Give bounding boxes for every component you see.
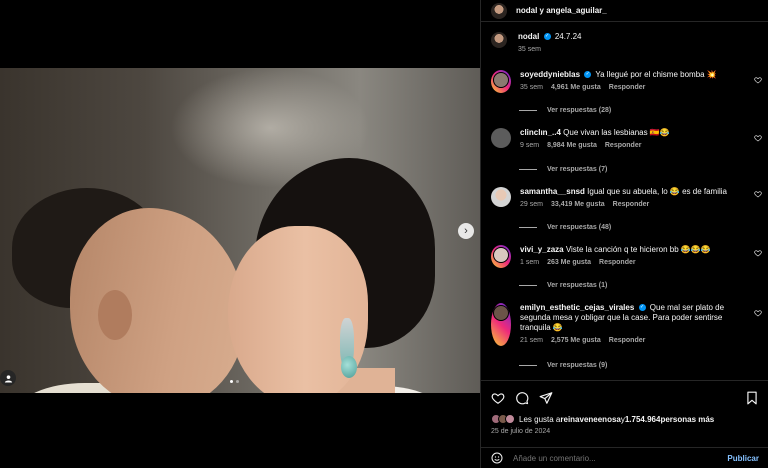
comment-item: soyeddynieblas ✓ Ya llegué por el chisme…	[491, 70, 766, 93]
earring-stone	[341, 356, 357, 378]
header-username[interactable]: nodal y angela_aguilar_	[516, 6, 607, 15]
reply-button[interactable]: Responder	[605, 141, 642, 151]
comment-likes[interactable]: 33,419 Me gusta	[551, 200, 605, 210]
post-comment-button[interactable]: Publicar	[727, 454, 759, 463]
view-replies-button[interactable]: Ver respuestas (28)	[519, 107, 611, 114]
liker-avatars	[491, 414, 515, 424]
reply-button[interactable]: Responder	[609, 83, 646, 93]
likes-user[interactable]: reinaveneenosa	[560, 415, 620, 424]
post-date: 25 de julio de 2024	[491, 428, 551, 435]
comment-item: clinclın_..4 Que vivan las lesbianas 🇪🇸😂…	[491, 128, 766, 151]
caption-username[interactable]: nodal	[518, 32, 539, 41]
comment-username[interactable]: soyeddynieblas	[520, 70, 580, 79]
heart-icon[interactable]	[754, 190, 762, 198]
view-replies-button[interactable]: Ver respuestas (9)	[519, 362, 607, 369]
heart-icon[interactable]	[491, 391, 505, 405]
likes-count[interactable]: 1.754.964	[625, 415, 661, 424]
verified-icon: ✓	[638, 304, 646, 312]
avatar[interactable]	[491, 245, 511, 268]
reply-button[interactable]: Responder	[613, 200, 650, 210]
view-replies-button[interactable]: Ver respuestas (1)	[519, 282, 607, 289]
man-ear	[98, 290, 132, 340]
comment-item: samantha__snsd Igual que su abuela, lo 😂…	[491, 187, 766, 210]
comment-username[interactable]: emilyn_esthetic_cejas_virales	[520, 303, 634, 312]
comment-age: 1 sem	[520, 259, 540, 266]
comment-likes[interactable]: 263 Me gusta	[547, 258, 591, 268]
comment-age: 35 sem	[520, 84, 543, 91]
comment-age: 21 sem	[520, 337, 543, 344]
avatar[interactable]	[491, 70, 511, 93]
media-pane: ›	[0, 0, 480, 468]
likes-prefix: Les gusta a	[519, 414, 561, 424]
likes-summary: Les gusta a reinaveneenosa y 1.754.964 p…	[491, 414, 714, 424]
comment-input[interactable]	[513, 453, 728, 463]
comment-icon[interactable]	[515, 391, 529, 405]
post-side-panel: nodal y angela_aguilar_ nodal ✓ 24.7.24 …	[480, 0, 768, 468]
view-replies-button[interactable]: Ver respuestas (7)	[519, 166, 607, 173]
add-comment-bar: Publicar	[481, 447, 768, 468]
comment-likes[interactable]: 4,961 Me gusta	[551, 83, 601, 93]
share-icon[interactable]	[539, 391, 553, 405]
heart-icon[interactable]	[754, 249, 762, 257]
avatar[interactable]	[491, 128, 511, 148]
avatar[interactable]	[491, 187, 511, 207]
comment-item: emilyn_esthetic_cejas_virales ✓ Que mal …	[491, 303, 766, 346]
likes-suffix[interactable]: personas más	[660, 415, 714, 424]
reply-button[interactable]: Responder	[609, 336, 646, 346]
comment-username[interactable]: samantha__snsd	[520, 187, 585, 196]
heart-icon[interactable]	[754, 309, 762, 317]
comment-username[interactable]: clinclın_..4	[520, 128, 561, 137]
caption-age: 35 sem	[518, 46, 541, 53]
carousel-dot-active	[230, 380, 233, 383]
comment-age: 9 sem	[520, 142, 540, 149]
comment-likes[interactable]: 2,575 Me gusta	[551, 336, 601, 346]
comment-text: Viste la canción q te hicieron bb 😂😂😂	[565, 245, 711, 254]
verified-icon: ✓	[584, 71, 592, 79]
man-face	[70, 208, 245, 393]
bookmark-icon[interactable]	[745, 391, 759, 405]
comment-username[interactable]: vivi_y_zaza	[520, 245, 564, 254]
post-caption: nodal ✓ 24.7.24 35 sem	[491, 32, 582, 53]
avatar[interactable]	[491, 2, 507, 19]
carousel-dot	[236, 380, 239, 383]
post-photo[interactable]	[0, 68, 480, 393]
heart-icon[interactable]	[754, 76, 762, 84]
reply-button[interactable]: Responder	[599, 258, 636, 268]
verified-icon: ✓	[543, 33, 551, 41]
comment-likes[interactable]: 8,984 Me gusta	[547, 141, 597, 151]
avatar[interactable]	[491, 303, 511, 346]
comment-text: Que vivan las lesbianas 🇪🇸😂	[563, 128, 670, 137]
person-tag-icon[interactable]	[0, 370, 16, 386]
comment-text: Ya llegué por el chisme bomba 💥	[595, 70, 717, 79]
caption-date: 24.7.24	[554, 32, 582, 41]
avatar	[505, 414, 515, 424]
comment-text: Igual que su abuela, lo 😂 es de familia	[587, 187, 727, 196]
comment-age: 29 sem	[520, 201, 543, 208]
action-buttons	[491, 391, 553, 405]
emoji-icon[interactable]	[491, 452, 503, 464]
avatar[interactable]	[491, 32, 507, 48]
comment-item: vivi_y_zaza Viste la canción q te hicier…	[491, 245, 766, 268]
post-header: nodal y angela_aguilar_	[481, 0, 768, 22]
carousel-dots	[230, 380, 239, 383]
chevron-right-icon[interactable]: ›	[458, 223, 474, 239]
view-replies-button[interactable]: Ver respuestas (48)	[519, 224, 611, 231]
heart-icon[interactable]	[754, 134, 762, 142]
